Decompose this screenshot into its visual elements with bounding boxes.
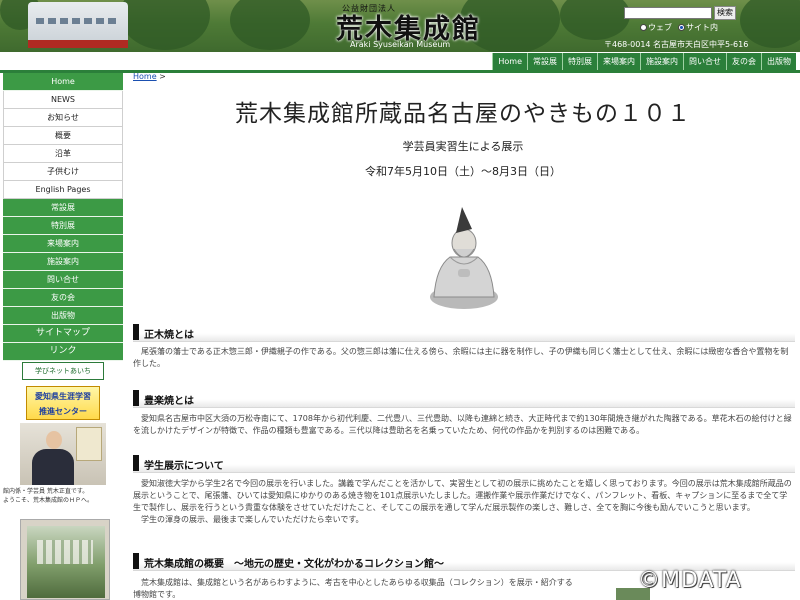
sidebar-item-friends[interactable]: 友の会 (3, 289, 123, 307)
topnav-facility[interactable]: 施設案内 (640, 53, 683, 70)
learning-center-line1: 愛知県生涯学習 (35, 392, 91, 401)
section-paragraph: 荒木集成館は、集成館という名があらわすように、考古を中心としたあらゆる収集品（コ… (133, 578, 573, 587)
topnav-special[interactable]: 特別展 (562, 53, 597, 70)
section-heading-text: 正木焼とは (144, 330, 194, 341)
director-caption: 館内係・学芸員 荒木正直です。 ようこそ、荒木集成館のＨＰへ。 (3, 487, 123, 505)
section-paragraph: 博物館です。 (133, 590, 181, 599)
exhibition-dates: 令和7年5月10日（土）～8月3日（日） (365, 165, 561, 178)
search-input[interactable] (624, 7, 712, 19)
section-body-houraku-yaki: 愛知県名古屋市中区大須の万松寺南にて、1708年から初代利慶、二代豊八、三代豊助… (133, 413, 793, 437)
heading-bar (133, 324, 139, 340)
topnav-contact[interactable]: 問い合せ (683, 53, 726, 70)
sidebar-item-sitemap[interactable]: サイトマップ (3, 325, 123, 343)
watermark: ©MDATA (638, 568, 742, 593)
learning-center-line2: 推進センター (39, 407, 87, 416)
museum-building-photo (28, 2, 128, 48)
tree-decoration (120, 0, 210, 50)
top-navigation: Home 常設展 特別展 来場案内 施設案内 問い合せ 友の会 出版物 (492, 53, 796, 70)
breadcrumb-separator: > (156, 72, 166, 81)
tree-decoration (560, 0, 630, 40)
radio-web-label: ウェブ (648, 23, 672, 32)
section-body-student-exhibit: 愛知淑徳大学から学生2名で今回の展示を行いました。講義で学んだことを活かして、実… (133, 478, 793, 526)
logo-english: Araki Syuseikan Museum (350, 40, 451, 49)
sidebar-item-history[interactable]: 沿革 (3, 145, 123, 163)
topnav-friends[interactable]: 友の会 (726, 53, 761, 70)
sidebar-item-english[interactable]: English Pages (3, 181, 123, 199)
breadcrumb: Home > (133, 72, 166, 81)
sidebar-item-kids[interactable]: 子供むけ (3, 163, 123, 181)
section-heading-text: 荒木集成館の概要 ～地元の歴史・文化がわかるコレクション館～ (144, 559, 444, 570)
section-heading-text: 学生展示について (144, 461, 224, 472)
section-heading-masaki-yaki: 正木焼とは (133, 322, 795, 342)
sidebar-menu: Home NEWS お知らせ 概要 沿革 子供むけ English Pages 常設展 特別展来… (3, 73, 123, 361)
radio-web[interactable]: ウェブ (640, 22, 672, 33)
radio-web-dot[interactable] (640, 24, 647, 31)
section-paragraph: 愛知県名古屋市中区大須の万松寺南にて、1708年から初代利慶、二代豊八、三代豊助… (133, 414, 792, 435)
ceramic-figure-image (430, 207, 498, 309)
painting-canvas (27, 526, 105, 598)
topnav-permanent[interactable]: 常設展 (527, 53, 562, 70)
section-paragraph: 学生の渾身の展示、最後まで楽しんでいただけたら幸いです。 (133, 515, 364, 524)
sidebar-item-notice[interactable]: お知らせ (3, 109, 123, 127)
sidebar-item-publications[interactable]: 出版物 (3, 307, 123, 325)
sidebar-item-home[interactable]: Home (3, 73, 123, 91)
radio-site-label: サイト内 (686, 23, 718, 32)
director-caption-line1: 館内係・学芸員 荒木正直です。 (3, 488, 89, 495)
section-heading-student-exhibit: 学生展示について (133, 453, 795, 473)
heading-bar (133, 553, 139, 569)
topnav-visit[interactable]: 来場案内 (597, 53, 640, 70)
sidebar-item-contact[interactable]: 問い合せ (3, 271, 123, 289)
sidebar-item-permanent[interactable]: 常設展 (3, 199, 123, 217)
sidebar-item-news[interactable]: NEWS (3, 91, 123, 109)
header-banner: 公益財団法人 荒木集成館 Araki Syuseikan Museum 検索 ウ… (0, 0, 800, 52)
sidebar-item-links[interactable]: リンク (3, 343, 123, 361)
section-heading-houraku-yaki: 豊楽焼とは (133, 388, 795, 408)
section-paragraph: 尾張藩の藩士である正木惣三郎・伊織親子の作である。父の惣三郎は藩に仕える傍ら、余… (133, 347, 789, 368)
manabi-net-banner[interactable]: 学びネットあいち (22, 362, 104, 380)
director-photo (20, 423, 106, 485)
topnav-publications[interactable]: 出版物 (761, 53, 796, 70)
heading-bar (133, 455, 139, 471)
person-head (46, 431, 62, 449)
exhibition-title: 荒木集成館所蔵品名古屋のやきもの１０１ (235, 101, 691, 127)
section-heading-text: 豊楽焼とは (144, 396, 194, 407)
radio-site[interactable]: サイト内 (678, 22, 718, 33)
sidebar-item-overview[interactable]: 概要 (3, 127, 123, 145)
topnav-home[interactable]: Home (492, 53, 527, 70)
sidebar-item-facility[interactable]: 施設案内 (3, 253, 123, 271)
exhibition-subtitle: 学芸員実習生による展示 (402, 140, 524, 153)
director-caption-line2: ようこそ、荒木集成館のＨＰへ。 (3, 497, 94, 504)
radio-site-dot[interactable] (678, 24, 685, 31)
search-button[interactable]: 検索 (714, 6, 736, 20)
person-body (32, 449, 74, 485)
learning-center-banner[interactable]: 愛知県生涯学習 推進センター (26, 386, 100, 420)
tree-decoration (740, 0, 800, 48)
section-paragraph: 愛知淑徳大学から学生2名で今回の展示を行いました。講義で学んだことを活かして、実… (133, 479, 792, 512)
framed-picture (76, 427, 102, 461)
breadcrumb-home-link[interactable]: Home (133, 72, 157, 81)
address-text: 〒468-0014 名古屋市天白区中平5-616 (604, 40, 749, 49)
painting-image (20, 519, 110, 600)
sidebar-item-visit[interactable]: 来場案内 (3, 235, 123, 253)
section-body-masaki-yaki: 尾張藩の藩士である正木惣三郎・伊織親子の作である。父の惣三郎は藩に仕える傍ら、余… (133, 346, 793, 370)
section-body-museum-overview: 荒木集成館は、集成館という名があらわすように、考古を中心としたあらゆる収集品（コ… (133, 577, 611, 600)
heading-bar (133, 390, 139, 406)
tree-decoration (230, 0, 310, 50)
sidebar-item-special[interactable]: 特別展 (3, 217, 123, 235)
